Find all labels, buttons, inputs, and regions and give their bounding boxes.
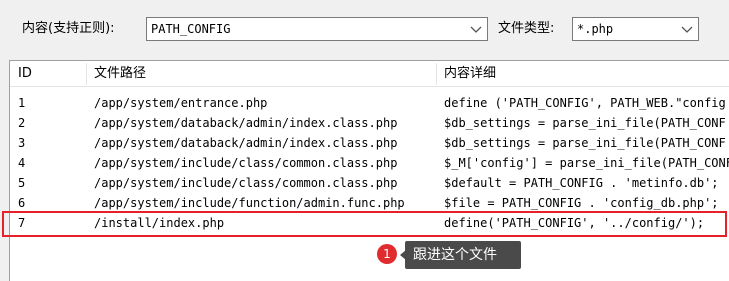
cell-path: /app/system/include/class/common.class.p… <box>94 176 398 190</box>
column-header-path[interactable]: 文件路径 <box>88 61 146 87</box>
step-number-badge: 1 <box>377 244 397 264</box>
cell-id: 4 <box>18 156 26 170</box>
cell-id: 5 <box>18 176 26 190</box>
table-row[interactable]: 2 /app/system/databack/admin/index.class… <box>10 113 729 133</box>
cell-detail: $file = PATH_CONFIG . 'config_db.php'; <box>444 196 719 210</box>
chevron-down-icon[interactable] <box>469 22 483 36</box>
table-row[interactable]: 7 /install/index.php define('PATH_CONFIG… <box>10 213 729 233</box>
search-bar: 内容(支持正则): PATH_CONFIG 文件类型: *.php <box>0 0 729 60</box>
results-list[interactable]: ID 文件路径 内容详细 1 /app/system/entrance.php … <box>9 60 729 281</box>
content-search-combo[interactable]: PATH_CONFIG <box>146 17 488 41</box>
cell-detail: define ('PATH_CONFIG', PATH_WEB."config <box>444 96 726 110</box>
cell-id: 3 <box>18 136 26 150</box>
chevron-down-icon[interactable] <box>680 22 694 36</box>
cell-path: /install/index.php <box>94 216 225 230</box>
list-header: ID 文件路径 内容详细 <box>10 61 729 87</box>
cell-id: 6 <box>18 196 26 210</box>
table-row[interactable]: 1 /app/system/entrance.php define ('PATH… <box>10 93 729 113</box>
column-divider[interactable] <box>86 63 87 85</box>
cell-detail: $db_settings = parse_ini_file(PATH_CONF <box>444 116 726 130</box>
table-body: 1 /app/system/entrance.php define ('PATH… <box>10 93 729 233</box>
table-row[interactable]: 4 /app/system/include/class/common.class… <box>10 153 729 173</box>
cell-id: 1 <box>18 96 26 110</box>
cell-detail: $default = PATH_CONFIG . 'metinfo.db'; <box>444 176 719 190</box>
filetype-combo[interactable]: *.php <box>572 17 699 41</box>
column-header-detail[interactable]: 内容详细 <box>438 61 496 87</box>
column-divider[interactable] <box>436 63 437 85</box>
cell-path: /app/system/include/function/admin.func.… <box>94 196 405 210</box>
cell-path: /app/system/databack/admin/index.class.p… <box>94 116 398 130</box>
content-label: 内容(支持正则): <box>22 21 115 36</box>
cell-path: /app/system/databack/admin/index.class.p… <box>94 136 398 150</box>
table-row[interactable]: 3 /app/system/databack/admin/index.class… <box>10 133 729 153</box>
column-header-id[interactable]: ID <box>12 61 32 87</box>
filetype-label: 文件类型: <box>498 21 555 36</box>
content-search-value[interactable]: PATH_CONFIG <box>151 22 230 36</box>
cell-detail: $_M['config'] = parse_ini_file(PATH_CONF <box>444 156 729 170</box>
filetype-value[interactable]: *.php <box>577 22 613 36</box>
annotation-text: 跟进这个文件 <box>405 241 521 269</box>
cell-id: 2 <box>18 116 26 130</box>
table-row[interactable]: 5 /app/system/include/class/common.class… <box>10 173 729 193</box>
cell-id: 7 <box>18 216 26 230</box>
cell-detail: define('PATH_CONFIG', '../config/'); <box>444 216 705 230</box>
cell-detail: $db_settings = parse_ini_file(PATH_CONF <box>444 136 726 150</box>
table-row[interactable]: 6 /app/system/include/function/admin.fun… <box>10 193 729 213</box>
cell-path: /app/system/include/class/common.class.p… <box>94 156 398 170</box>
cell-path: /app/system/entrance.php <box>94 96 268 110</box>
